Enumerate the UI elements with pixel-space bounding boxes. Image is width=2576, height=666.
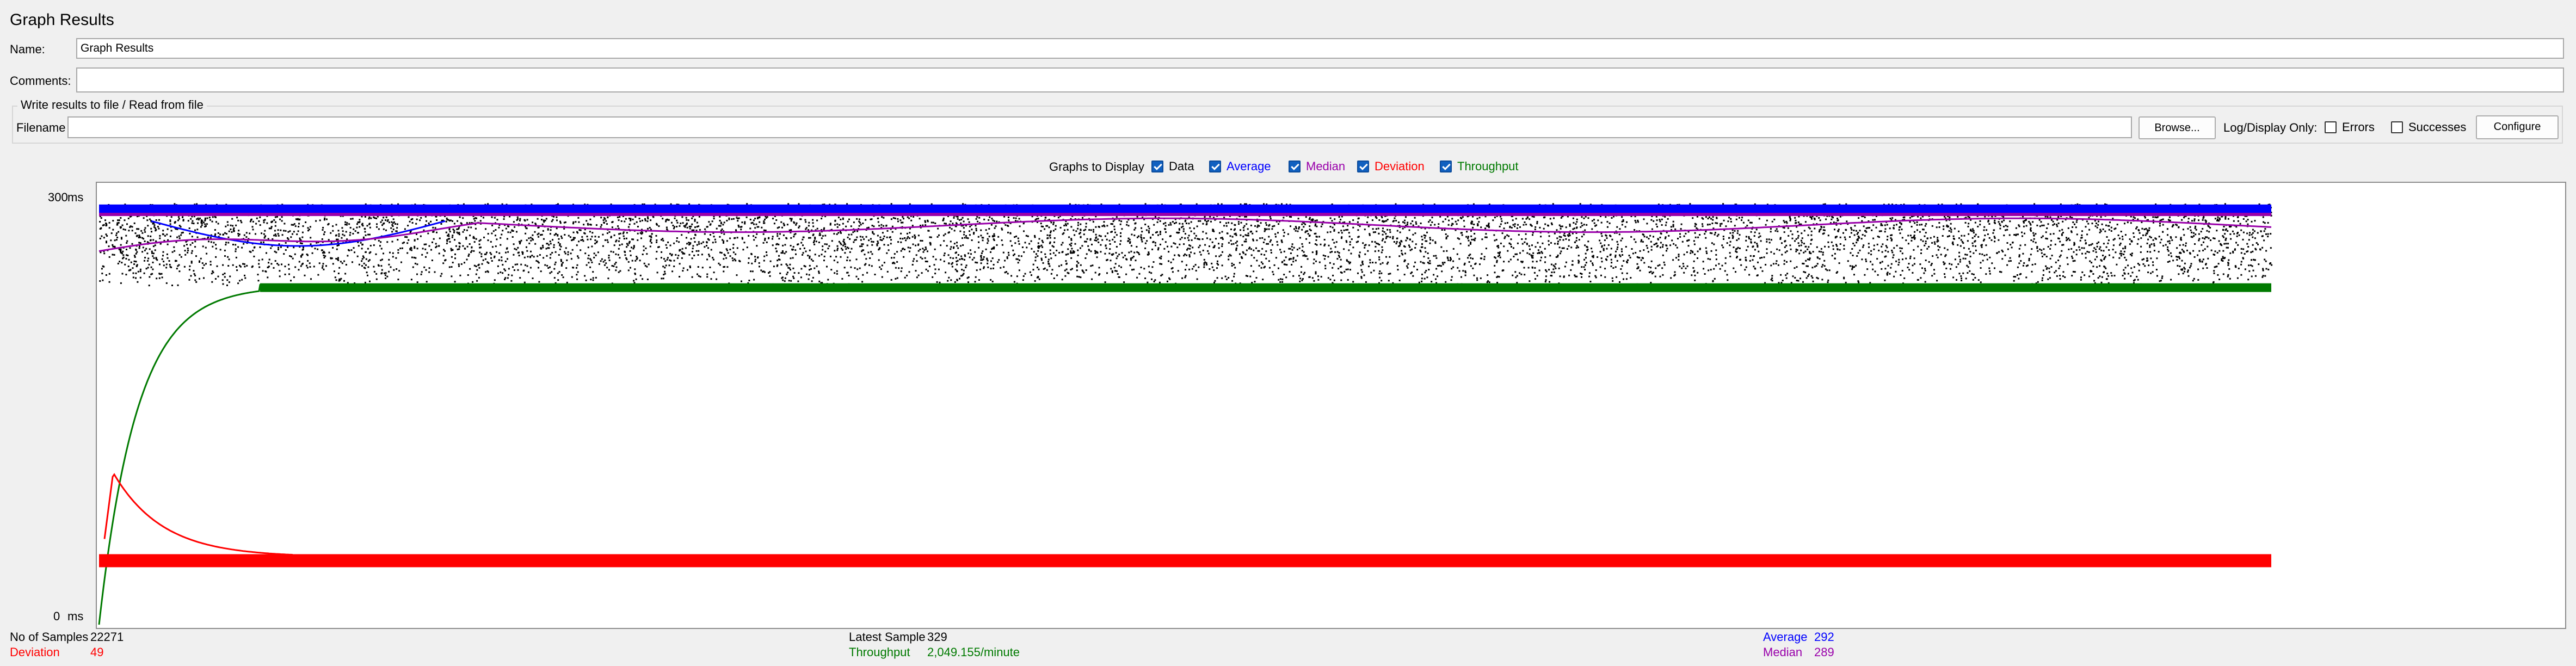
latest-sample-value: 329 [927,630,947,644]
throughput-line [98,283,2272,625]
browse-button[interactable]: Browse... [2139,116,2216,139]
log-display-label: Log/Display Only: [2223,121,2318,134]
errors-checkbox[interactable]: Errors [2325,120,2375,134]
average-stat-label: Average [1763,630,1808,644]
samples-label: No of Samples [10,630,89,644]
throughput-stat-value: 2,049.155/minute [927,645,1020,659]
successes-checkbox[interactable]: Successes [2391,120,2466,134]
filename-input[interactable] [67,116,2132,138]
median-graph-label: Median [1306,159,1346,173]
deviation-checkbox-box[interactable] [1357,161,1369,172]
deviation-stat-label: Deviation [10,645,60,659]
throughput-stat-label: Throughput [849,645,910,659]
median-checkbox-box[interactable] [1289,161,1301,172]
y-max-tick-label: 300 [48,190,68,204]
samples-value: 22271 [90,630,124,644]
throughput-graph-label: Throughput [1457,159,1519,173]
file-group-title: Write results to file / Read from file [17,98,207,112]
errors-checkbox-box[interactable] [2325,121,2337,133]
median-band [99,213,2271,217]
deviation-graph-label: Deviation [1375,159,1425,173]
configure-button[interactable]: Configure [2476,115,2559,139]
data-checkbox-box[interactable] [1151,161,1163,172]
deviation-band [99,554,2271,568]
median-stat-label: Median [1763,645,1803,659]
average-stat-value: 292 [1814,630,1834,644]
filename-label: Filename [16,121,66,134]
y-min-tick-label: 0 [53,609,60,623]
y-unit-label-top: ms [67,190,84,204]
errors-label: Errors [2342,120,2375,134]
deviation-stat-value: 49 [90,645,104,659]
comments-label: Comments: [10,74,71,88]
deviation-graph-checkbox[interactable]: Deviation [1357,159,1425,174]
comments-input[interactable] [76,67,2564,92]
graph-plot-area [96,182,2566,629]
median-line [98,217,2272,252]
throughput-graph-checkbox[interactable]: Throughput [1440,159,1519,174]
name-label: Name: [10,42,45,56]
successes-label: Successes [2408,120,2467,134]
graph-svg [98,203,2273,625]
y-unit-label-bottom: ms [67,609,84,623]
average-checkbox-box[interactable] [1209,161,1221,172]
throughput-band [260,283,2271,292]
latest-sample-label: Latest Sample [849,630,926,644]
throughput-checkbox-box[interactable] [1440,161,1452,172]
median-stat-value: 289 [1814,645,1834,659]
data-graph-label: Data [1169,159,1194,173]
data-graph-checkbox[interactable]: Data [1151,159,1194,174]
graphs-to-display-label: Graphs to Display [1049,160,1144,174]
page-title: Graph Results [10,11,114,29]
successes-checkbox-box[interactable] [2391,121,2403,133]
median-graph-checkbox[interactable]: Median [1289,159,1345,174]
average-graph-label: Average [1227,159,1271,173]
average-graph-checkbox[interactable]: Average [1209,159,1271,174]
deviation-line [103,473,2271,559]
name-input[interactable]: Graph Results [76,38,2564,59]
